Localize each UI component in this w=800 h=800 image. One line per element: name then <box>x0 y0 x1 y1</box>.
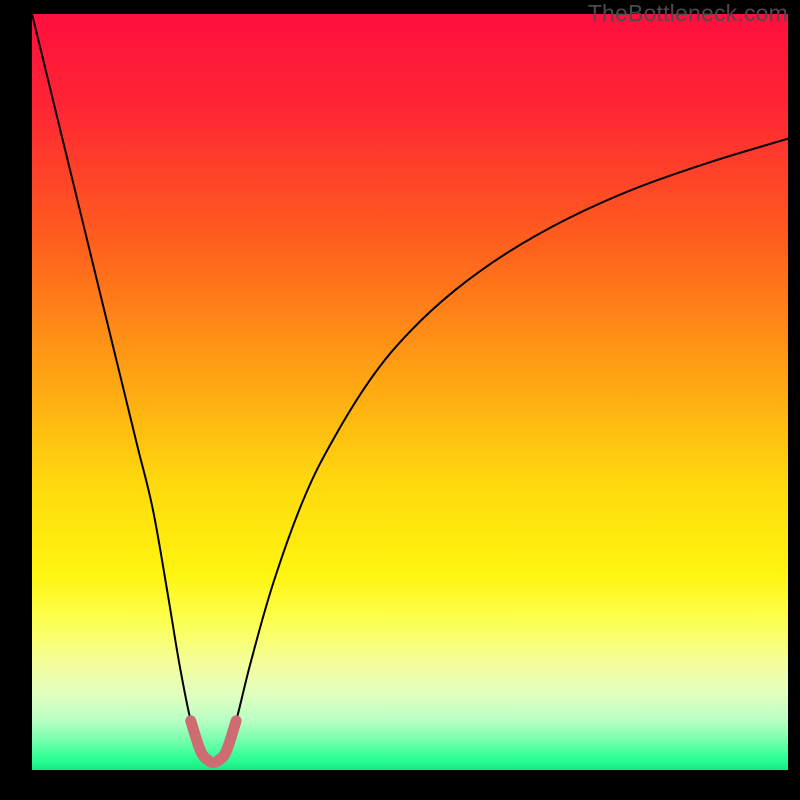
watermark-text: TheBottleneck.com <box>588 0 788 27</box>
plot-area <box>32 14 788 770</box>
chart-frame: TheBottleneck.com <box>0 0 800 800</box>
bottleneck-curve <box>32 14 788 762</box>
highlight-bottom <box>191 721 236 763</box>
curve-layer <box>32 14 788 770</box>
